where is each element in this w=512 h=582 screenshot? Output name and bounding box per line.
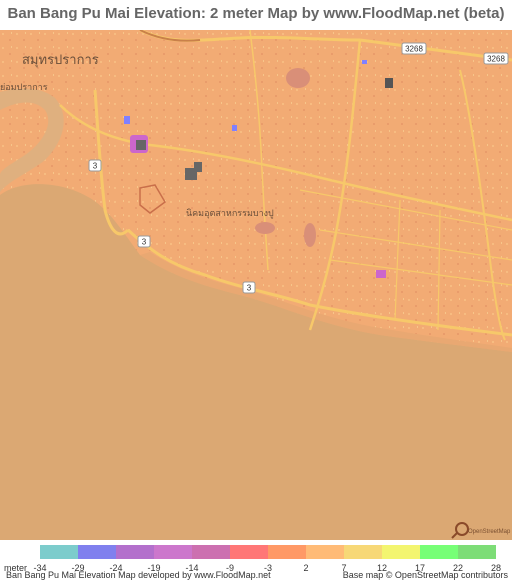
elevation-legend: meter -34 -29 -24 -19 -14 -9 -3 2 7 12 17 22 28 Ban …	[0, 540, 512, 582]
legend-swatch	[230, 545, 268, 559]
high-elevation-patch	[304, 223, 316, 247]
legend-swatch	[154, 545, 192, 559]
legend-swatch	[268, 545, 306, 559]
place-label-area: นิคมอุตสาหกรรมบางปู	[186, 208, 274, 219]
place-label-district: ย่อมปราการ	[0, 83, 48, 93]
legend-swatch	[116, 545, 154, 559]
svg-text:3268: 3268	[487, 55, 505, 64]
legend-swatch	[458, 545, 496, 559]
high-elevation-patch	[255, 222, 275, 234]
svg-text:3: 3	[247, 284, 252, 293]
legend-swatch	[420, 545, 458, 559]
svg-text:3: 3	[93, 162, 98, 171]
elevation-map[interactable]: 3268 3268 3 3 3 สมุทรปราการ ย่อมปราการ น…	[0, 28, 512, 540]
place-label-city: สมุทรปราการ	[22, 53, 99, 68]
svg-text:3: 3	[142, 238, 147, 247]
map-title: Ban Bang Pu Mai Elevation: 2 meter Map b…	[7, 5, 505, 22]
legend-swatch	[40, 545, 78, 559]
legend-swatch	[382, 545, 420, 559]
road-shield-3: 3	[88, 159, 102, 172]
road-shield-3268: 3268	[483, 52, 509, 65]
dark-patch	[136, 140, 146, 150]
legend-tick-label: 2	[303, 563, 309, 573]
road-shield-3268: 3268	[401, 42, 427, 55]
footer-basemap-credit: Base map © OpenStreetMap contributors	[342, 570, 508, 580]
legend-swatch	[344, 545, 382, 559]
low-elevation-patch	[362, 60, 367, 64]
dark-patch	[194, 162, 202, 172]
svg-text:OpenStreetMap: OpenStreetMap	[468, 529, 511, 535]
road-shield-3: 3	[242, 281, 256, 294]
legend-swatch	[306, 545, 344, 559]
low-elevation-patch	[385, 78, 393, 88]
low-elevation-patch	[376, 270, 386, 278]
legend-swatch	[78, 545, 116, 559]
map-canvas[interactable]: 3268 3268 3 3 3 สมุทรปราการ ย่อมปราการ น…	[0, 28, 512, 540]
road-shield-3: 3	[137, 235, 151, 248]
svg-text:3268: 3268	[405, 45, 423, 54]
footer-credit: Ban Bang Pu Mai Elevation Map developed …	[6, 570, 271, 580]
legend-swatch	[192, 545, 230, 559]
low-elevation-patch	[232, 125, 237, 131]
low-elevation-patch	[124, 116, 130, 124]
high-elevation-patch	[286, 68, 310, 88]
